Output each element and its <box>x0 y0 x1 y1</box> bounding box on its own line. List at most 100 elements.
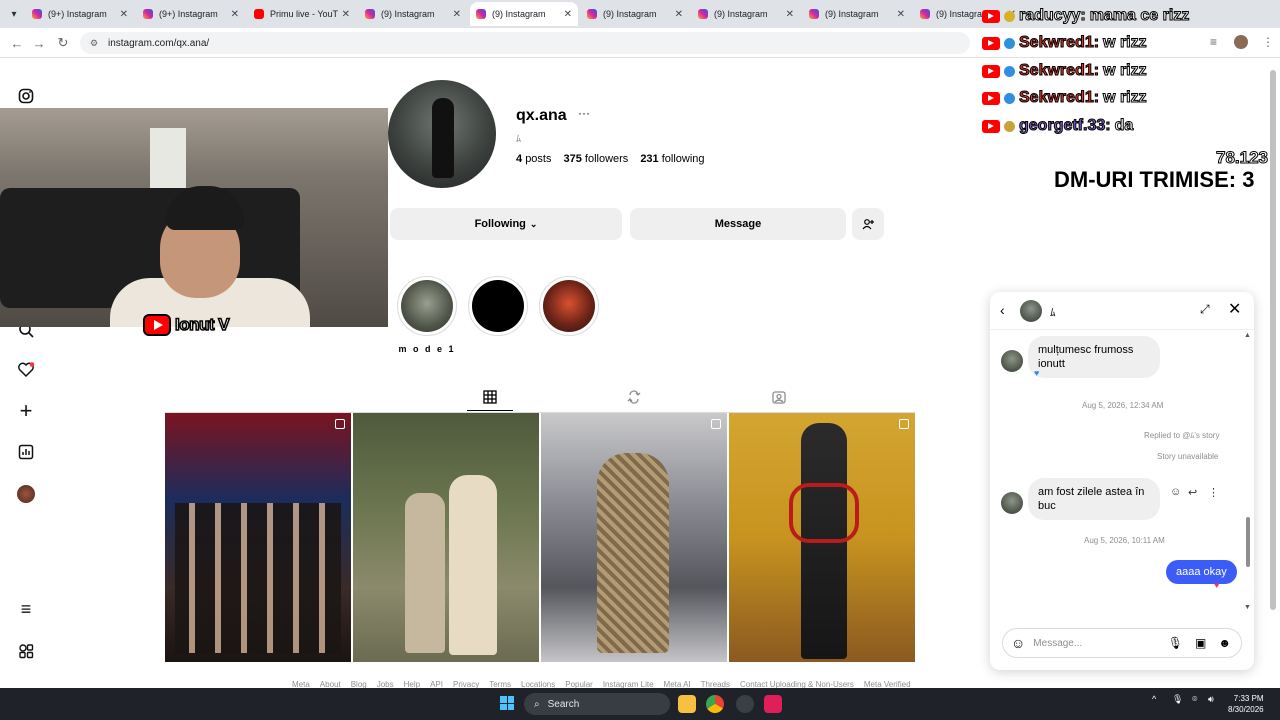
dm-scrollbar[interactable] <box>1246 517 1250 567</box>
close-tab-icon[interactable]: ✕ <box>231 9 239 20</box>
create-post-icon[interactable]: + <box>16 398 36 423</box>
windows-start-icon[interactable] <box>500 696 514 710</box>
volume-icon[interactable]: 🔊︎ <box>1208 694 1214 705</box>
reply-icon[interactable]: ↩ <box>1188 486 1197 499</box>
add-user-button[interactable] <box>852 208 884 240</box>
back-arrow-icon[interactable]: ← <box>8 34 26 52</box>
story-highlight[interactable] <box>397 276 457 336</box>
browser-tab[interactable]: Primu live - YouTu ✕ <box>248 2 356 26</box>
browser-tab[interactable]: (9) Instagram ✕ <box>581 2 689 26</box>
also-from-meta-icon[interactable] <box>16 641 36 661</box>
close-tab-icon[interactable]: ✕ <box>453 9 461 20</box>
profile-avatar-icon[interactable] <box>16 484 36 504</box>
reload-icon[interactable]: ↻ <box>54 34 72 52</box>
tiktok-icon[interactable] <box>764 695 782 713</box>
close-tab-icon[interactable]: ✕ <box>564 9 572 20</box>
microphone-tray-icon[interactable]: 🎙︎ <box>1172 694 1183 705</box>
following-label: following <box>661 153 705 165</box>
close-tab-icon[interactable]: ✕ <box>897 9 905 20</box>
streamer-webcam <box>0 108 388 327</box>
post-thumbnail[interactable] <box>353 413 539 662</box>
address-bar[interactable]: ⚙ instagram.com/qx.ana/ <box>80 32 970 54</box>
story-highlight-cover <box>472 280 524 332</box>
site-info-icon[interactable]: ⚙ <box>90 38 100 48</box>
message-input[interactable]: ☺ Message... 🎙︎ ▣ ☻ <box>1002 628 1242 658</box>
image-icon[interactable]: ▣ <box>1195 636 1206 650</box>
reaction-heart-icon[interactable]: ♥ <box>1214 580 1219 590</box>
taskbar-clock[interactable]: 7:33 PM 8/30/2026 <box>1228 693 1264 715</box>
browser-tab[interactable]: (9+) Instagram ✕ <box>26 2 134 26</box>
close-tab-icon[interactable]: ✕ <box>120 9 128 20</box>
browser-tab[interactable]: (9) Instagram ✕ <box>692 2 800 26</box>
instagram-icon <box>698 9 708 19</box>
react-emoji-icon[interactable]: ☺ <box>1170 486 1181 498</box>
close-icon[interactable]: ✕ <box>1228 299 1241 319</box>
browser-tab[interactable]: (9) Instagram ✕ <box>359 2 467 26</box>
expand-icon[interactable]: ⤢ <box>1200 302 1210 317</box>
instagram-icon <box>587 9 597 19</box>
microphone-icon[interactable]: 🎙︎ <box>1168 636 1183 650</box>
profile-picture[interactable] <box>388 80 496 188</box>
youtube-icon <box>143 314 171 336</box>
chrome-icon[interactable] <box>706 695 724 713</box>
story-highlight[interactable] <box>539 276 599 336</box>
emoji-icon[interactable]: ☺ <box>1011 635 1025 651</box>
dm-back-icon[interactable]: ‹ <box>1000 302 1005 318</box>
more-options-icon[interactable]: ⋮ <box>1208 486 1219 499</box>
message-text: mulțumesc frumoss <box>1038 344 1134 356</box>
sticker-icon[interactable]: ☻ <box>1218 636 1231 650</box>
message-button[interactable]: Message <box>630 208 846 240</box>
network-icon[interactable]: ⌾ <box>1192 694 1197 705</box>
following-count: 231 <box>640 153 659 165</box>
following-button[interactable]: Following ⌄ <box>390 208 622 240</box>
message-bubble-outgoing[interactable]: aaaa okay <box>1166 560 1237 584</box>
chat-author: georgetf.33: <box>1019 117 1112 135</box>
tab-search-menu-icon[interactable]: ▾ <box>4 4 24 24</box>
forward-arrow-icon[interactable]: → <box>30 34 48 52</box>
dm-scroll-up-icon[interactable]: ▲ <box>1244 332 1251 339</box>
dm-header: ‹ ﾑ ⤢ ✕ <box>990 292 1254 330</box>
post-thumbnail[interactable] <box>729 413 915 662</box>
close-tab-icon[interactable]: ✕ <box>342 9 350 20</box>
dm-contact-avatar[interactable] <box>1020 300 1042 322</box>
chat-badge-icon <box>1004 65 1015 77</box>
story-highlight[interactable] <box>468 276 528 336</box>
post-thumbnail[interactable] <box>541 413 727 662</box>
close-tab-icon[interactable]: ✕ <box>786 9 794 20</box>
page-scrollbar[interactable] <box>1270 70 1276 610</box>
dashboard-icon[interactable] <box>16 442 36 462</box>
instagram-logo-icon[interactable] <box>16 86 36 106</box>
tab-reposts[interactable] <box>611 383 657 411</box>
profile-options-icon[interactable]: ··· <box>578 106 590 120</box>
post-thumbnail[interactable] <box>165 413 351 662</box>
following-stat[interactable]: 231 following <box>640 153 704 165</box>
close-tab-icon[interactable]: ✕ <box>675 9 683 20</box>
reaction-heart-icon[interactable]: ♥ <box>1034 368 1039 378</box>
extensions-icon[interactable]: ≡ <box>1210 35 1217 49</box>
chat-badge-icon <box>1004 10 1015 22</box>
tab-tagged[interactable] <box>756 383 802 411</box>
posts-stat[interactable]: 4 posts <box>516 153 551 165</box>
tray-overflow-icon[interactable]: ^ <box>1152 694 1156 704</box>
profile-username: qx.ana <box>516 107 567 124</box>
message-bubble-incoming[interactable]: mulțumesc frumoss ionutt <box>1028 336 1160 378</box>
browser-tab[interactable]: (9) Instagram ✕ <box>803 2 911 26</box>
browser-profile-avatar[interactable] <box>1234 35 1248 49</box>
message-bubble-incoming[interactable]: am fost zilele astea în buc <box>1028 478 1160 520</box>
add-user-icon <box>862 219 874 230</box>
notifications-heart-icon[interactable] <box>16 360 36 380</box>
browser-tab[interactable]: (9+) Instagram ✕ <box>137 2 245 26</box>
followers-stat[interactable]: 375 followers <box>563 153 628 165</box>
browser-menu-icon[interactable]: ⋮ <box>1262 35 1274 49</box>
message-timestamp: Aug 5, 2026, 12:34 AM <box>1082 401 1164 410</box>
browser-tab[interactable]: (9) Instagram ✕ <box>470 2 578 26</box>
chat-text: w rizz <box>1103 89 1148 107</box>
browser-tab-label: (9+) Instagram <box>48 9 107 19</box>
more-menu-icon[interactable]: ≡ <box>16 599 36 619</box>
dm-scroll-down-icon[interactable]: ▼ <box>1244 604 1251 611</box>
obs-icon[interactable] <box>736 695 754 713</box>
taskbar-search[interactable]: ⌕ Search <box>524 693 670 715</box>
file-explorer-icon[interactable] <box>678 695 696 713</box>
dm-panel: ‹ ﾑ ⤢ ✕ ▲ mulțumesc frumoss ionutt ♥ Aug… <box>990 292 1254 670</box>
tab-posts[interactable] <box>467 383 513 411</box>
